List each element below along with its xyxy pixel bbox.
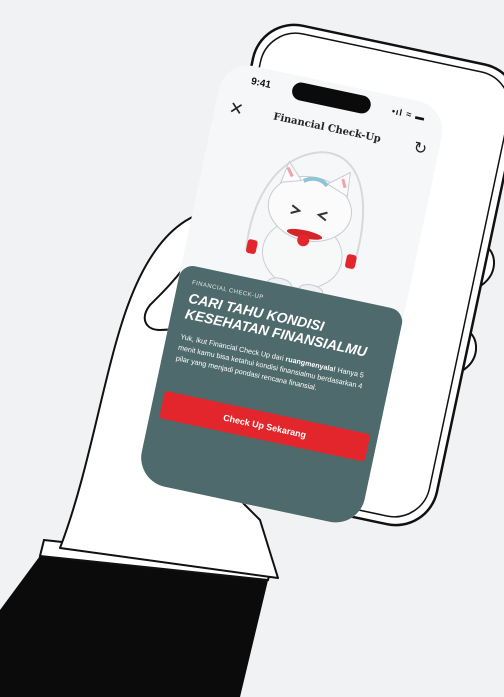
status-icons: •ıl ≈ ▬ (390, 105, 427, 123)
check-up-button[interactable]: Check Up Sekarang (159, 390, 371, 462)
status-time: 9:41 (249, 76, 272, 91)
promo-card: FINANCIAL CHECK-UP CARI TAHU KONDISI KES… (135, 263, 405, 529)
refresh-icon[interactable]: ↻ (412, 137, 429, 158)
